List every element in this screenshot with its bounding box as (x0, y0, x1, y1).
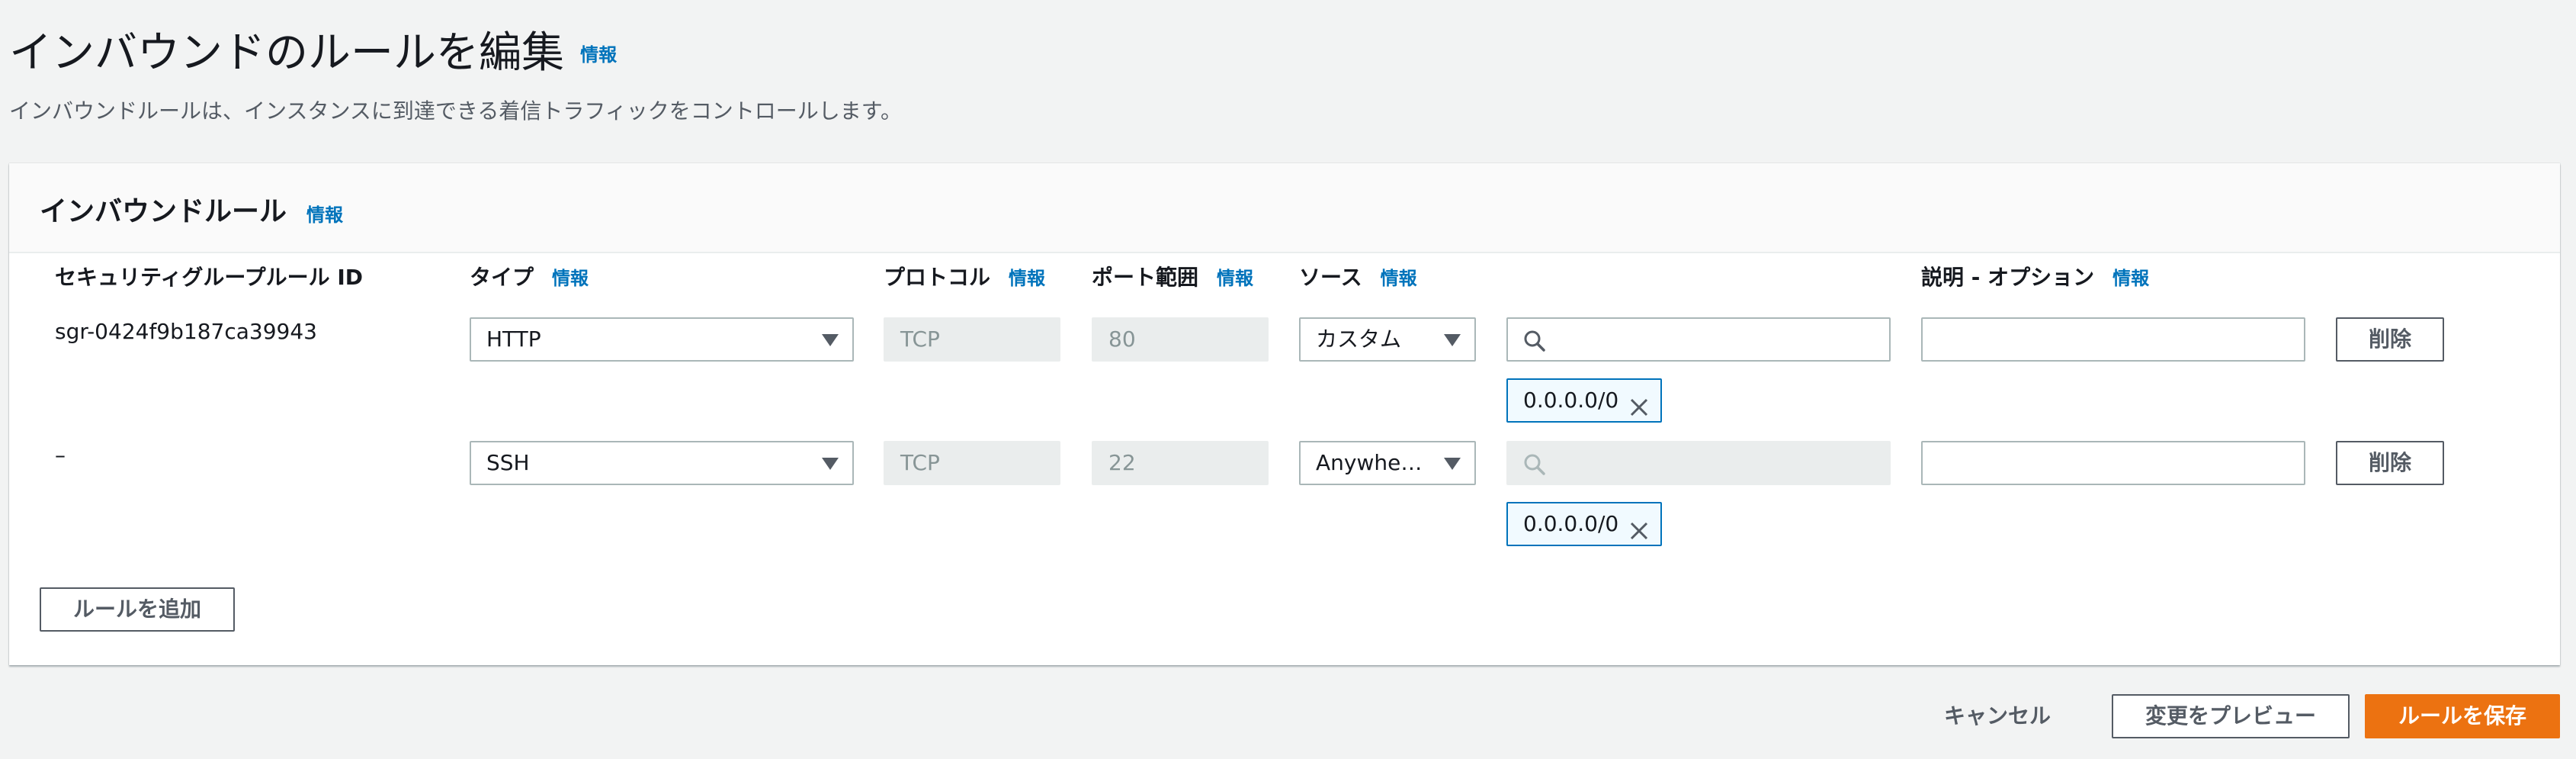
rule-id: sgr-0424f9b187ca39943 (55, 319, 317, 344)
description-input[interactable] (1921, 441, 2305, 485)
source-select[interactable]: Anywhere... (1299, 441, 1476, 485)
protocol-field: TCP (884, 441, 1060, 485)
column-header-port: ポート範囲 情報 (1092, 265, 1254, 290)
delete-rule-button[interactable]: 削除 (2336, 317, 2444, 362)
save-rules-button[interactable]: ルールを保存 (2365, 694, 2560, 738)
column-header-type: タイプ 情報 (470, 265, 589, 290)
cidr-token: 0.0.0.0/0 (1506, 502, 1662, 546)
panel-info-link[interactable]: 情報 (306, 200, 343, 227)
protocol-info-link[interactable]: 情報 (1009, 268, 1045, 289)
type-info-link[interactable]: 情報 (552, 268, 589, 289)
protocol-field: TCP (884, 317, 1060, 362)
add-rule-button[interactable]: ルールを追加 (40, 587, 235, 632)
column-header-rule-id: セキュリティグループルール ID (55, 265, 364, 290)
port-range-field: 22 (1092, 441, 1269, 485)
description-info-link[interactable]: 情報 (2112, 268, 2149, 289)
port-info-link[interactable]: 情報 (1217, 268, 1253, 289)
cidr-search-input[interactable] (1506, 317, 1891, 362)
description-input[interactable] (1921, 317, 2305, 362)
close-icon[interactable] (1628, 391, 1650, 432)
column-header-description: 説明 - オプション 情報 (1921, 265, 2150, 290)
caret-down-icon (822, 458, 839, 470)
rule-id: – (55, 442, 66, 468)
cidr-token: 0.0.0.0/0 (1506, 378, 1662, 423)
source-select[interactable]: カスタム (1299, 317, 1476, 362)
type-select[interactable]: HTTP (470, 317, 854, 362)
cancel-button[interactable]: キャンセル (1936, 694, 2058, 738)
page-info-link[interactable]: 情報 (580, 40, 617, 66)
page-title: インバウンドのルールを編集 (9, 28, 564, 78)
delete-rule-button[interactable]: 削除 (2336, 441, 2444, 485)
search-icon (1524, 454, 1545, 475)
column-header-source: ソース 情報 (1299, 265, 1417, 290)
caret-down-icon (1444, 458, 1461, 470)
cidr-search-input (1506, 441, 1891, 485)
type-select[interactable]: SSH (470, 441, 854, 485)
inbound-rules-panel: インバウンドルール 情報 セキュリティグループルール ID タイプ 情報 プロトコ… (9, 163, 2560, 665)
page-description: インバウンドルールは、インスタンスに到達できる着信トラフィックをコントロールしま… (9, 98, 902, 124)
close-icon[interactable] (1628, 514, 1650, 555)
panel-title: インバウンドルール (40, 196, 287, 227)
search-icon (1524, 330, 1545, 352)
caret-down-icon (1444, 334, 1461, 346)
source-info-link[interactable]: 情報 (1381, 268, 1417, 289)
page-header: インバウンドのルールを編集 情報 (9, 18, 617, 80)
caret-down-icon (822, 334, 839, 346)
panel-header: インバウンドルール 情報 (9, 163, 2560, 253)
port-range-field: 80 (1092, 317, 1269, 362)
column-header-protocol: プロトコル 情報 (884, 265, 1046, 290)
preview-changes-button[interactable]: 変更をプレビュー (2112, 694, 2350, 738)
